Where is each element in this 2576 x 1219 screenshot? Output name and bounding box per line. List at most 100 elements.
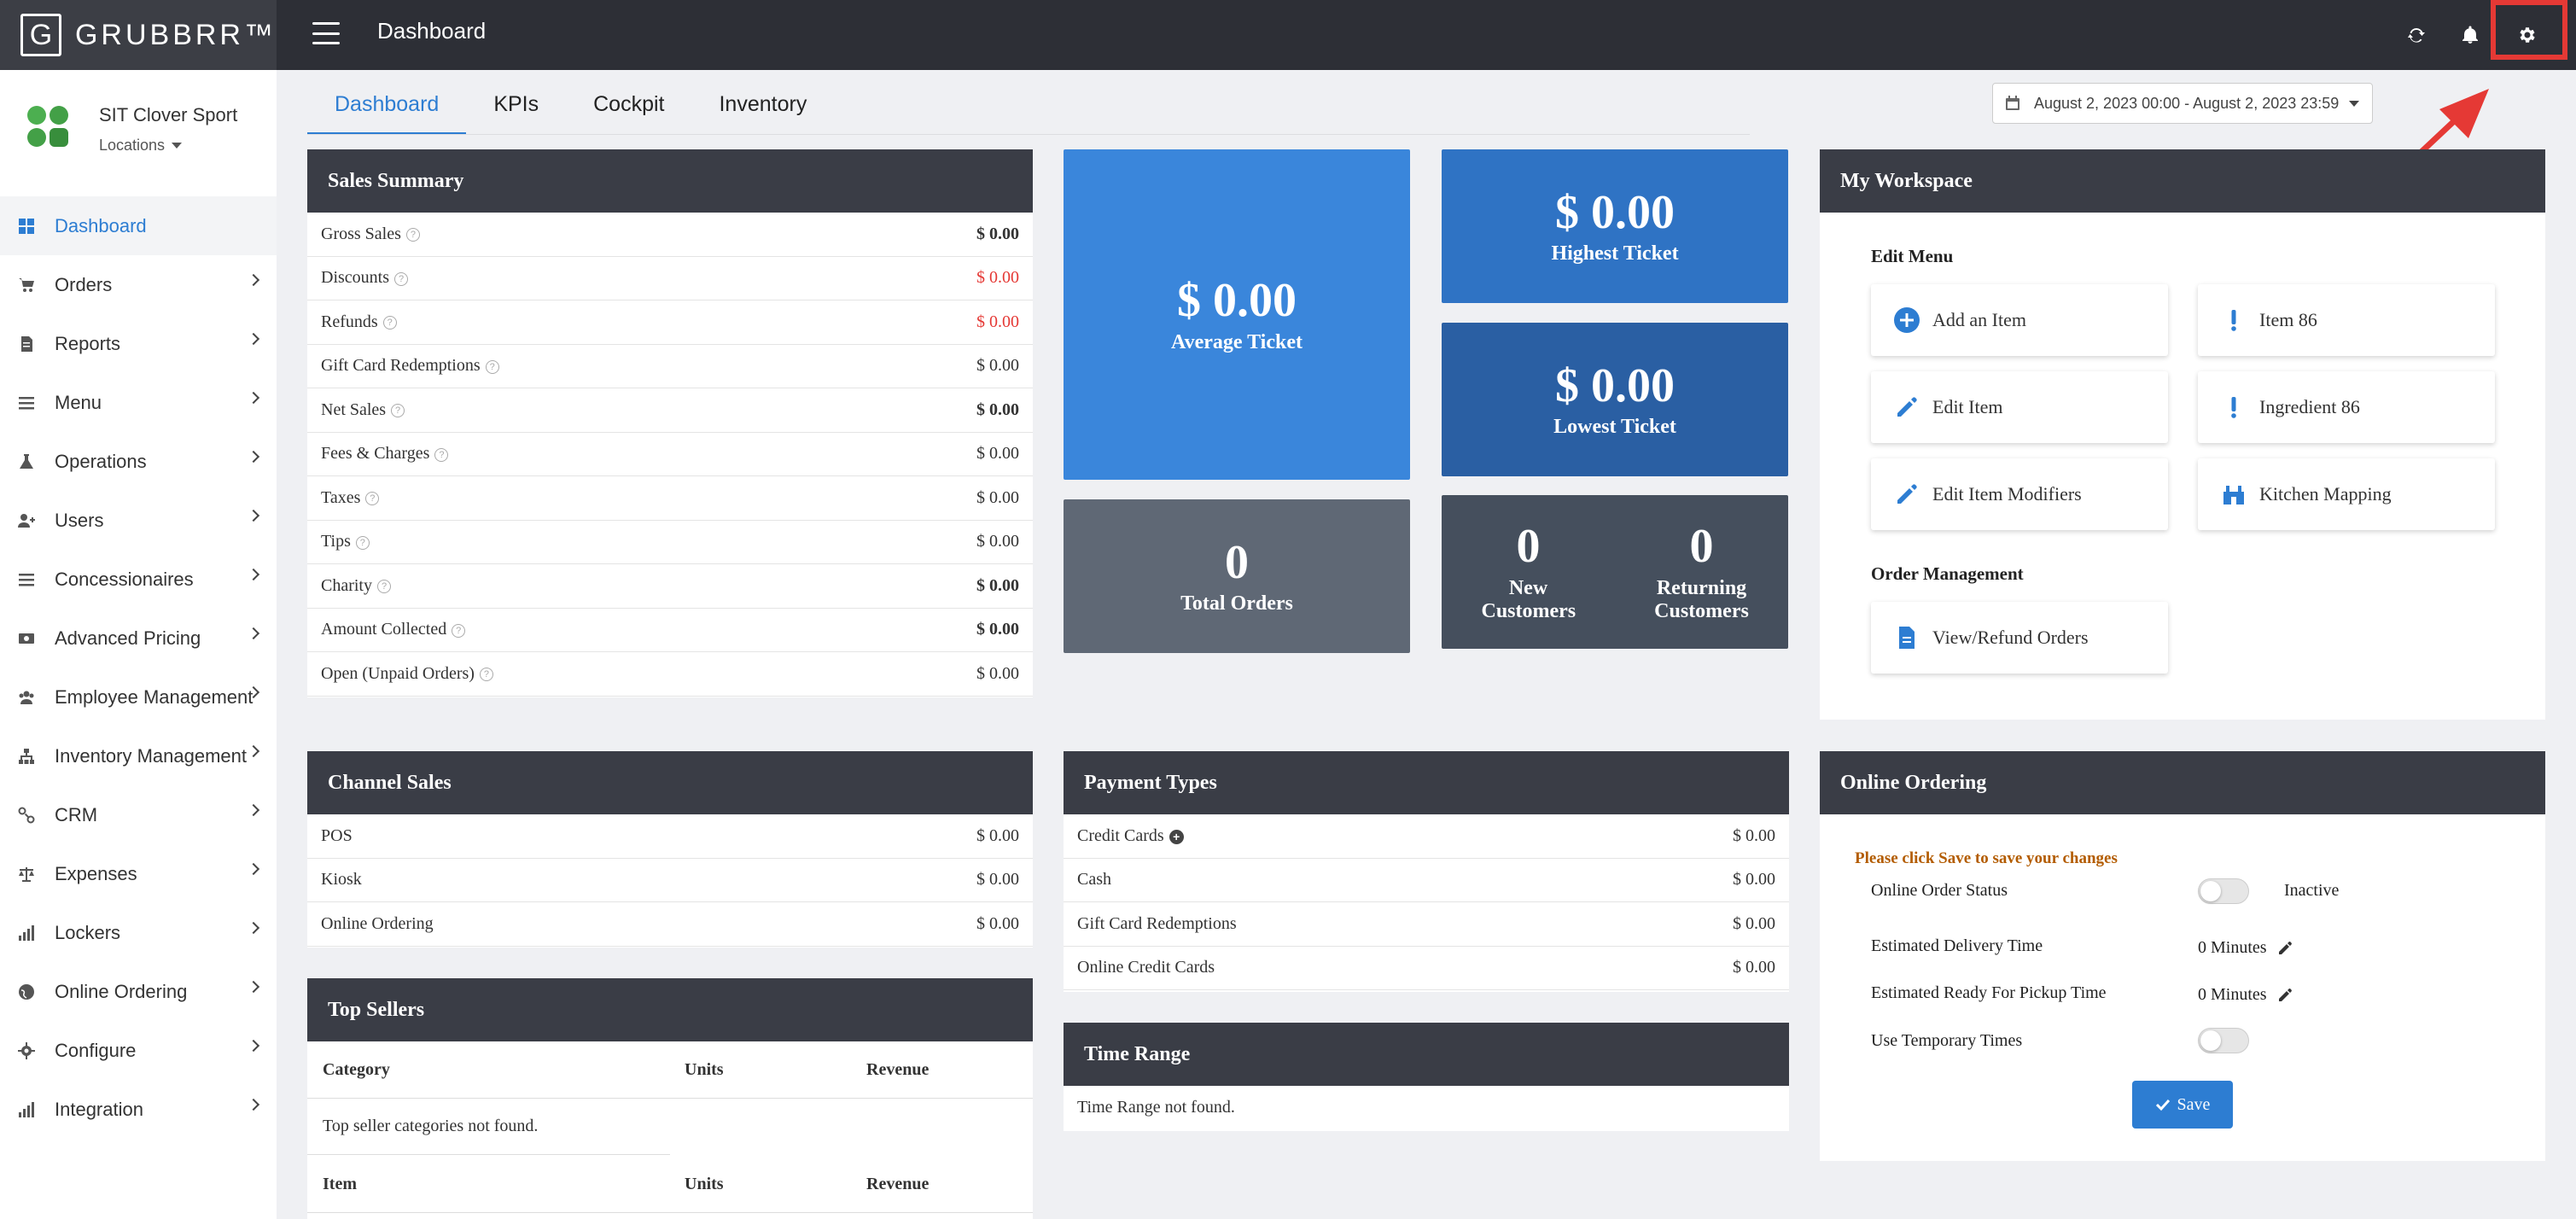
sidebar-item-integration[interactable]: Integration	[0, 1080, 277, 1139]
row-label-text: Fees & Charges	[321, 444, 430, 464]
help-icon[interactable]: ?	[382, 316, 397, 330]
customers-tile: 0 New Customers 0 Returning Customers	[1442, 495, 1788, 649]
row-value: $ 0.00	[1733, 870, 1775, 889]
bell-icon[interactable]	[2452, 17, 2488, 53]
save-label: Save	[2177, 1094, 2211, 1114]
row-label-text: POS	[321, 825, 353, 845]
plus-circle-icon[interactable]: +	[1169, 829, 1184, 844]
sidebar-item-configure[interactable]: Configure	[0, 1021, 277, 1080]
help-icon[interactable]: ?	[405, 228, 420, 242]
logo[interactable]: G GRUBBRR™	[0, 0, 277, 70]
row-label-text: Tips	[321, 532, 351, 551]
revenue-header: Revenue	[866, 1175, 930, 1193]
tab-kpis[interactable]: KPIs	[466, 82, 566, 135]
online-order-status-value: Inactive	[2284, 881, 2340, 900]
row-value: $ 0.00	[976, 312, 1019, 331]
edit-item-modifiers-button[interactable]: Edit Item Modifiers	[1871, 458, 2168, 530]
total-orders-label: Total Orders	[1180, 592, 1293, 615]
sidebar-item-online-ordering[interactable]: Online Ordering	[0, 962, 277, 1021]
row-value: $ 0.00	[976, 532, 1019, 551]
help-icon[interactable]: ?	[355, 535, 370, 550]
sidebar-item-orders[interactable]: Orders	[0, 255, 277, 314]
list-icon	[17, 570, 36, 589]
sidebar-item-inventory-management[interactable]: Inventory Management	[0, 726, 277, 785]
row-value: $ 0.00	[976, 268, 1019, 288]
sidebar-item-dashboard[interactable]: Dashboard	[0, 196, 277, 255]
summary-row: Fees & Charges? $ 0.00	[307, 433, 1033, 476]
online-order-status-label: Online Order Status	[1871, 881, 2008, 900]
tabs-divider	[307, 134, 1750, 135]
add-item-button[interactable]: Add an Item	[1871, 284, 2168, 356]
new-customers: 0 New Customers	[1456, 521, 1601, 623]
lowest-ticket-tile: $ 0.00 Lowest Ticket	[1442, 323, 1788, 476]
sidebar-item-expenses[interactable]: Expenses	[0, 844, 277, 903]
edit-item-button[interactable]: Edit Item	[1871, 371, 2168, 443]
date-range-picker[interactable]: August 2, 2023 00:00 - August 2, 2023 23…	[1992, 83, 2373, 124]
temporary-times-toggle[interactable]	[2198, 1028, 2249, 1053]
delivery-time-label: Estimated Delivery Time	[1871, 936, 2043, 955]
tab-cockpit[interactable]: Cockpit	[566, 82, 691, 135]
revenue-header: Revenue	[866, 1060, 930, 1079]
help-icon[interactable]: ?	[479, 668, 493, 682]
chevron-right-icon	[247, 391, 260, 405]
help-icon[interactable]: ?	[391, 404, 405, 418]
chevron-right-icon	[247, 332, 260, 346]
sidebar-item-label: Configure	[55, 1039, 137, 1061]
group-icon	[17, 688, 36, 707]
row-value: $ 0.00	[976, 575, 1019, 595]
edit-item-modifiers-label: Edit Item Modifiers	[1932, 483, 2082, 505]
calendar-icon	[2006, 96, 2019, 110]
sidebar-item-advanced-pricing[interactable]: Advanced Pricing	[0, 609, 277, 668]
online-order-status-toggle[interactable]	[2198, 878, 2249, 904]
sidebar-item-crm[interactable]: CRM	[0, 785, 277, 844]
row-label: Discounts?	[321, 268, 408, 288]
help-icon[interactable]: ?	[394, 271, 408, 286]
row-label: Gift Card Redemptions?	[321, 356, 499, 376]
sidebar-item-label: Concessionaires	[55, 568, 194, 590]
tab-inventory[interactable]: Inventory	[691, 82, 834, 135]
view-refund-orders-button[interactable]: View/Refund Orders	[1871, 602, 2168, 674]
row-label-text: Cash	[1077, 870, 1111, 889]
pencil-icon[interactable]	[2277, 941, 2293, 956]
view-refund-orders-label: View/Refund Orders	[1932, 627, 2089, 648]
item-86-button[interactable]: Item 86	[2198, 284, 2495, 356]
sidebar-item-lockers[interactable]: Lockers	[0, 903, 277, 962]
sidebar-item-concessionaires[interactable]: Concessionaires	[0, 550, 277, 609]
pencil-icon[interactable]	[2277, 988, 2293, 1003]
ingredient-86-button[interactable]: Ingredient 86	[2198, 371, 2495, 443]
temporary-times-label: Use Temporary Times	[1871, 1031, 2023, 1050]
item-86-label: Item 86	[2259, 309, 2317, 330]
tab-dashboard[interactable]: Dashboard	[307, 82, 467, 135]
locations-dropdown[interactable]: Locations	[99, 137, 183, 155]
help-icon[interactable]: ?	[485, 359, 499, 374]
help-icon[interactable]: ?	[365, 492, 380, 506]
kitchen-mapping-button[interactable]: Kitchen Mapping	[2198, 458, 2495, 530]
locations-label: Locations	[99, 137, 166, 154]
help-icon[interactable]: ?	[434, 447, 449, 462]
summary-row: Online Credit Cards $ 0.00	[1064, 947, 1789, 990]
top-sellers-panel: Top Sellers Category Units Revenue Top s…	[307, 978, 1033, 1219]
clover-logo-icon	[27, 106, 68, 147]
row-value: $ 0.00	[1733, 913, 1775, 933]
sidebar-item-users[interactable]: Users	[0, 491, 277, 550]
row-label-text: Kiosk	[321, 870, 362, 889]
summary-row: Tips? $ 0.00	[307, 521, 1033, 564]
sidebar-item-reports[interactable]: Reports	[0, 314, 277, 373]
hamburger-menu-icon[interactable]	[312, 22, 340, 44]
save-button[interactable]: Save	[2132, 1081, 2233, 1129]
sidebar-item-menu[interactable]: Menu	[0, 373, 277, 432]
average-ticket-label: Average Ticket	[1171, 330, 1303, 353]
pickup-time-label: Estimated Ready For Pickup Time	[1871, 983, 2107, 1002]
summary-row: Taxes? $ 0.00	[307, 476, 1033, 521]
sidebar-item-operations[interactable]: Operations	[0, 432, 277, 491]
sidebar-item-label: Expenses	[55, 862, 137, 884]
help-icon[interactable]: ?	[377, 580, 391, 594]
refresh-icon[interactable]	[2398, 17, 2434, 53]
chevron-right-icon	[247, 568, 260, 581]
row-label-text: Gift Card Redemptions	[1077, 913, 1237, 933]
help-icon[interactable]: ?	[452, 623, 466, 638]
divider	[307, 1098, 1033, 1099]
panel-title: Sales Summary	[307, 149, 1033, 213]
sidebar: SIT Clover Sport Locations Dashboard Orde…	[0, 70, 277, 1219]
sidebar-item-employee-management[interactable]: Employee Management	[0, 668, 277, 726]
